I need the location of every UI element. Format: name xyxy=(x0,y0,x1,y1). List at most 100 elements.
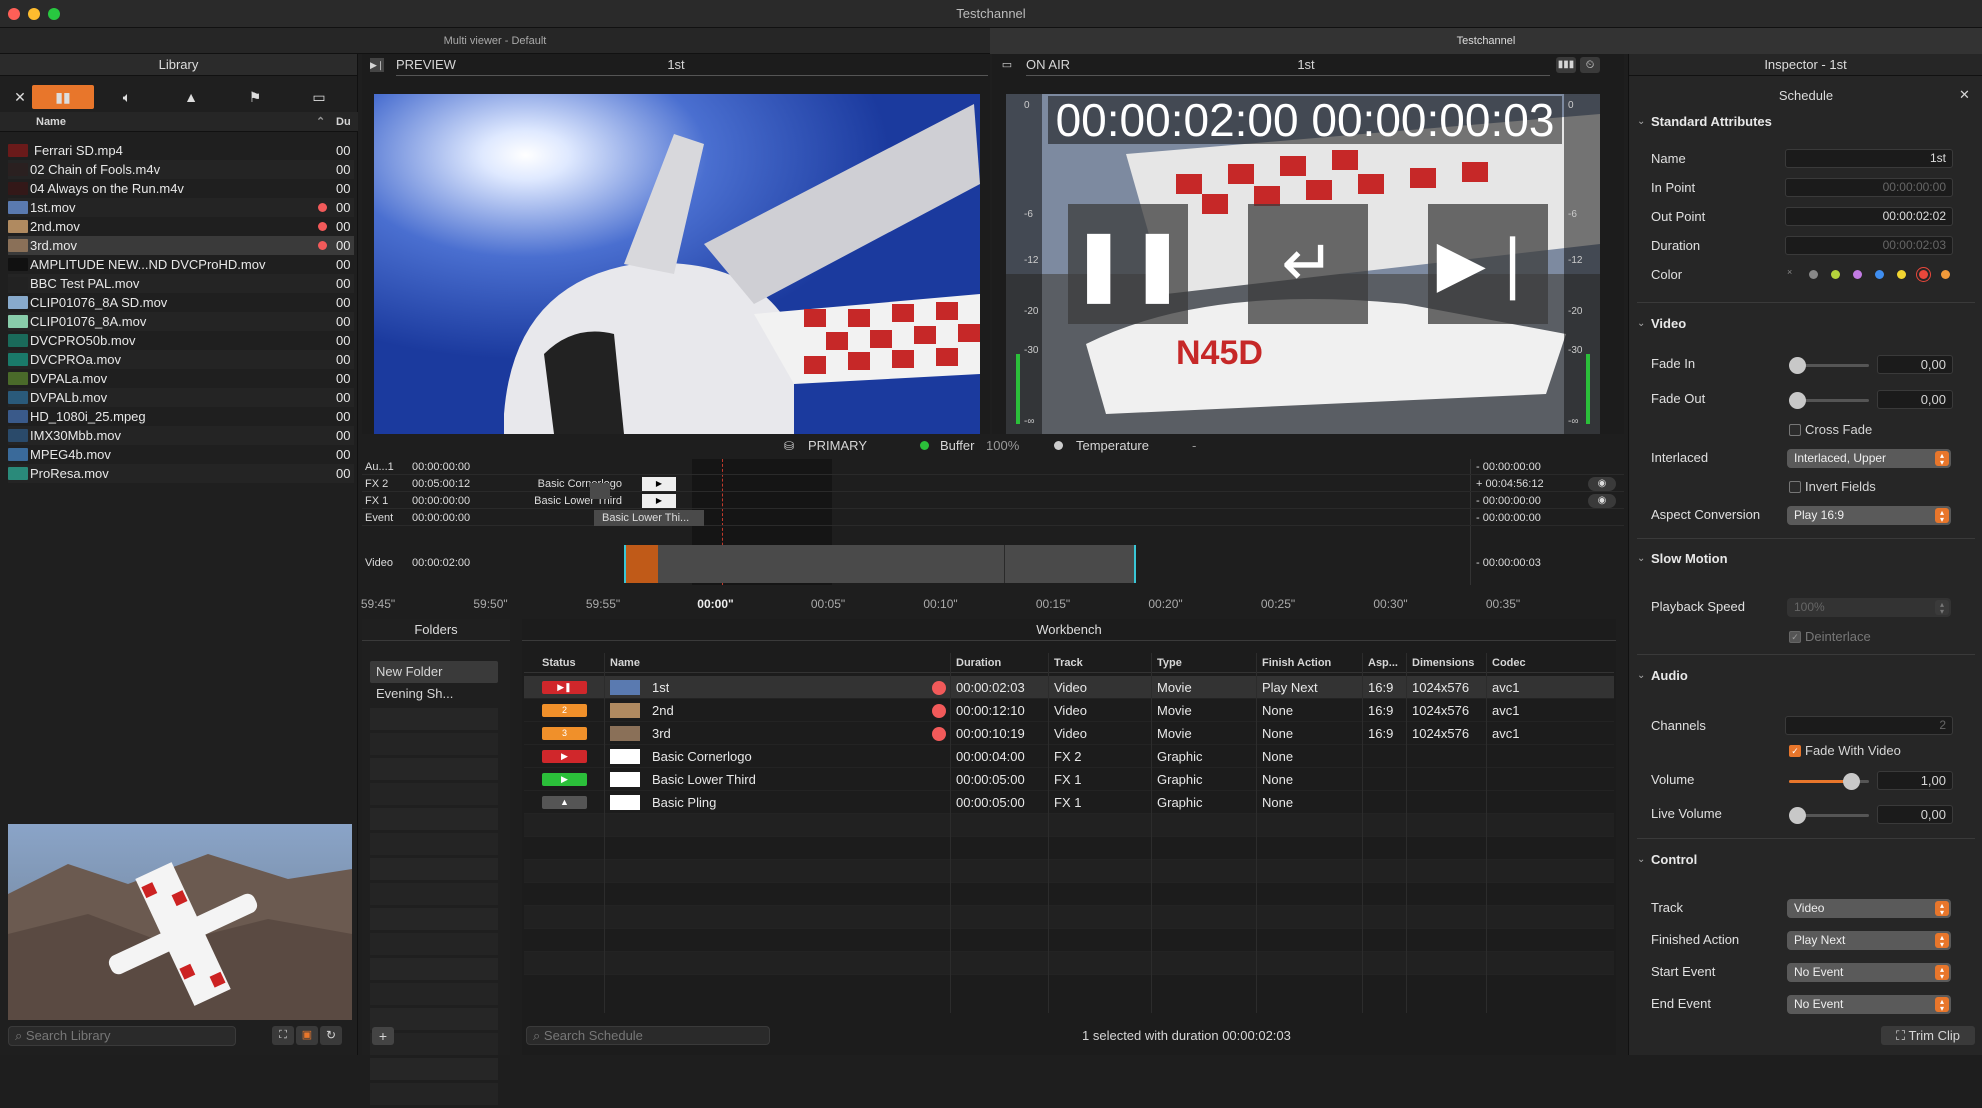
library-search-field[interactable]: ⌕ Search Library xyxy=(8,1026,236,1046)
volume-slider[interactable] xyxy=(1789,773,1869,790)
status-badge[interactable]: ▶ xyxy=(542,773,587,786)
table-row[interactable]: ▶ Basic Lower Third 00:00:05:00 FX 1 Graphic… xyxy=(524,768,1614,791)
duration-field[interactable]: 00:00:02:03 xyxy=(1785,236,1953,255)
loop-button[interactable]: ↵ xyxy=(1248,204,1368,324)
column-header[interactable]: Codec xyxy=(1492,653,1526,673)
fade-in-slider[interactable] xyxy=(1789,357,1869,374)
library-item[interactable]: 2nd.mov 00 xyxy=(8,217,354,236)
column-header[interactable]: Track xyxy=(1054,653,1083,673)
folder-item[interactable]: New Folder xyxy=(370,661,498,683)
deinterlace-checkbox[interactable]: ✓ xyxy=(1789,631,1801,643)
standard-attributes-section[interactable]: ⌄ Standard Attributes xyxy=(1629,110,1982,134)
library-item[interactable]: 3rd.mov 00 xyxy=(8,236,354,255)
column-header[interactable]: Dimensions xyxy=(1412,653,1474,673)
color-swatch[interactable] xyxy=(1831,270,1840,279)
library-item[interactable]: 1st.mov 00 xyxy=(8,198,354,217)
table-row[interactable]: ▶❚ 1st 00:00:02:03 Video Movie Play Next 16:9 1… xyxy=(524,676,1614,699)
channels-field[interactable]: 2 xyxy=(1785,716,1953,735)
interlaced-select[interactable]: Interlaced, Upper ▴ ▾ xyxy=(1787,449,1951,468)
color-swatch[interactable] xyxy=(1897,270,1906,279)
play-icon[interactable]: ▶ xyxy=(642,494,676,508)
track-select[interactable]: Video ▴ ▾ xyxy=(1787,899,1951,918)
status-badge[interactable]: ▲ xyxy=(542,796,587,809)
meters-icon[interactable]: ▮▮▮ xyxy=(1556,57,1576,73)
duration-column-header[interactable]: Du xyxy=(336,112,351,132)
cross-fade-checkbox[interactable] xyxy=(1789,424,1801,436)
fade-in-field[interactable]: 0,00 xyxy=(1877,355,1953,374)
status-badge[interactable]: ▶ xyxy=(542,750,587,763)
table-row[interactable]: 2 2nd 00:00:12:10 Video Movie None 16:9 1024x57… xyxy=(524,699,1614,722)
library-item[interactable]: IMX30Mbb.mov 00 xyxy=(8,426,354,445)
finished-action-select[interactable]: Play Next ▴ ▾ xyxy=(1787,931,1951,950)
lower-third-block[interactable]: Basic Lower Thi... xyxy=(594,510,704,526)
table-row[interactable]: ▲ Basic Pling 00:00:05:00 FX 1 Graphic None xyxy=(524,791,1614,814)
table-row[interactable]: 3 3rd 00:00:10:19 Video Movie None 16:9 1024x57… xyxy=(524,722,1614,745)
column-header[interactable]: Type xyxy=(1157,653,1182,673)
control-section[interactable]: ⌄ Control xyxy=(1629,848,1982,872)
live-volume-field[interactable]: 0,00 xyxy=(1877,805,1953,824)
playback-speed-select[interactable]: 100% ▴ ▾ xyxy=(1787,598,1951,617)
column-header[interactable]: Duration xyxy=(956,653,1001,673)
library-item[interactable]: CLIP01076_8A.mov 00 xyxy=(8,312,354,331)
color-swatch[interactable] xyxy=(1875,270,1884,279)
video-clip-block[interactable] xyxy=(626,545,1136,583)
end-event-select[interactable]: No Event ▴ ▾ xyxy=(1787,995,1951,1014)
fade-with-video-checkbox[interactable]: ✓ xyxy=(1789,745,1801,757)
column-header[interactable]: Name xyxy=(610,653,640,673)
video-section[interactable]: ⌄ Video xyxy=(1629,312,1982,336)
name-column-header[interactable]: Name xyxy=(36,112,66,132)
clock-icon[interactable]: ⏲ xyxy=(1580,57,1600,73)
trim-clip-button[interactable]: ⛶ Trim Clip xyxy=(1881,1026,1975,1045)
volume-field[interactable]: 1,00 xyxy=(1877,771,1953,790)
schedule-search-field[interactable]: ⌕ Search Schedule xyxy=(526,1026,770,1045)
eye-icon[interactable]: ◉ xyxy=(1588,494,1616,508)
status-badge[interactable]: ▶❚ xyxy=(542,681,587,694)
folder-item[interactable]: Evening Sh... xyxy=(370,683,498,705)
close-icon[interactable]: ✕ xyxy=(8,85,32,109)
library-item[interactable]: ProResa.mov 00 xyxy=(8,464,354,483)
column-header[interactable]: Status xyxy=(542,653,576,673)
library-item[interactable]: DVCPRO50b.mov 00 xyxy=(8,331,354,350)
graphics-tab[interactable]: ▲ xyxy=(160,85,222,109)
slider-knob[interactable] xyxy=(1789,807,1806,824)
add-folder-button[interactable]: + xyxy=(372,1027,394,1045)
color-swatch[interactable] xyxy=(1853,270,1862,279)
events-tab[interactable]: ⚑ xyxy=(224,85,286,109)
library-item[interactable]: MPEG4b.mov 00 xyxy=(8,445,354,464)
no-color-icon[interactable]: × xyxy=(1787,267,1792,277)
in-point-field[interactable]: 00:00:00:00 xyxy=(1785,178,1953,197)
column-header[interactable]: Finish Action xyxy=(1262,653,1331,673)
status-badge[interactable]: 3 xyxy=(542,727,587,740)
close-icon[interactable]: ✕ xyxy=(1959,87,1970,103)
aspect-conversion-select[interactable]: Play 16:9 ▴ ▾ xyxy=(1787,506,1951,525)
refresh-icon[interactable]: ↻ xyxy=(320,1026,342,1045)
fade-out-field[interactable]: 0,00 xyxy=(1877,390,1953,409)
library-item[interactable]: DVPALa.mov 00 xyxy=(8,369,354,388)
library-item[interactable]: DVPALb.mov 00 xyxy=(8,388,354,407)
invert-fields-checkbox[interactable] xyxy=(1789,481,1801,493)
play-next-button[interactable]: ▶❘ xyxy=(1428,204,1548,324)
movies-tab[interactable]: ▮▮ xyxy=(32,85,94,109)
fit-icon[interactable]: ⛶ xyxy=(272,1026,294,1045)
library-item[interactable]: DVCPROa.mov 00 xyxy=(8,350,354,369)
status-badge[interactable]: 2 xyxy=(542,704,587,717)
library-item[interactable]: 02 Chain of Fools.m4v 00 xyxy=(8,160,354,179)
start-event-select[interactable]: No Event ▴ ▾ xyxy=(1787,963,1951,982)
name-field[interactable]: 1st xyxy=(1785,149,1953,168)
thumbnail-toggle-icon[interactable]: ▣ xyxy=(296,1026,318,1045)
library-item[interactable]: BBC Test PAL.mov 00 xyxy=(8,274,354,293)
color-swatch[interactable] xyxy=(1941,270,1950,279)
library-item[interactable]: HD_1080i_25.mpeg 00 xyxy=(8,407,354,426)
pause-button[interactable]: ❚❚ xyxy=(1068,204,1188,324)
library-item[interactable]: AMPLITUDE NEW...ND DVCProHD.mov 00 xyxy=(8,255,354,274)
eye-icon[interactable]: ◉ xyxy=(1588,477,1616,491)
audio-tab[interactable]: 🔈︎ xyxy=(96,85,158,109)
slider-knob[interactable] xyxy=(1843,773,1860,790)
table-row[interactable]: ▶ Basic Cornerlogo 00:00:04:00 FX 2 Graphic N… xyxy=(524,745,1614,768)
out-point-field[interactable]: 00:00:02:02 xyxy=(1785,207,1953,226)
slow-motion-section[interactable]: ⌄ Slow Motion xyxy=(1629,547,1982,571)
library-item[interactable]: CLIP01076_8A SD.mov 00 xyxy=(8,293,354,312)
color-swatch[interactable] xyxy=(1809,270,1818,279)
column-header[interactable]: Asp... xyxy=(1368,653,1398,673)
window-tab[interactable]: ▭ xyxy=(288,85,350,109)
